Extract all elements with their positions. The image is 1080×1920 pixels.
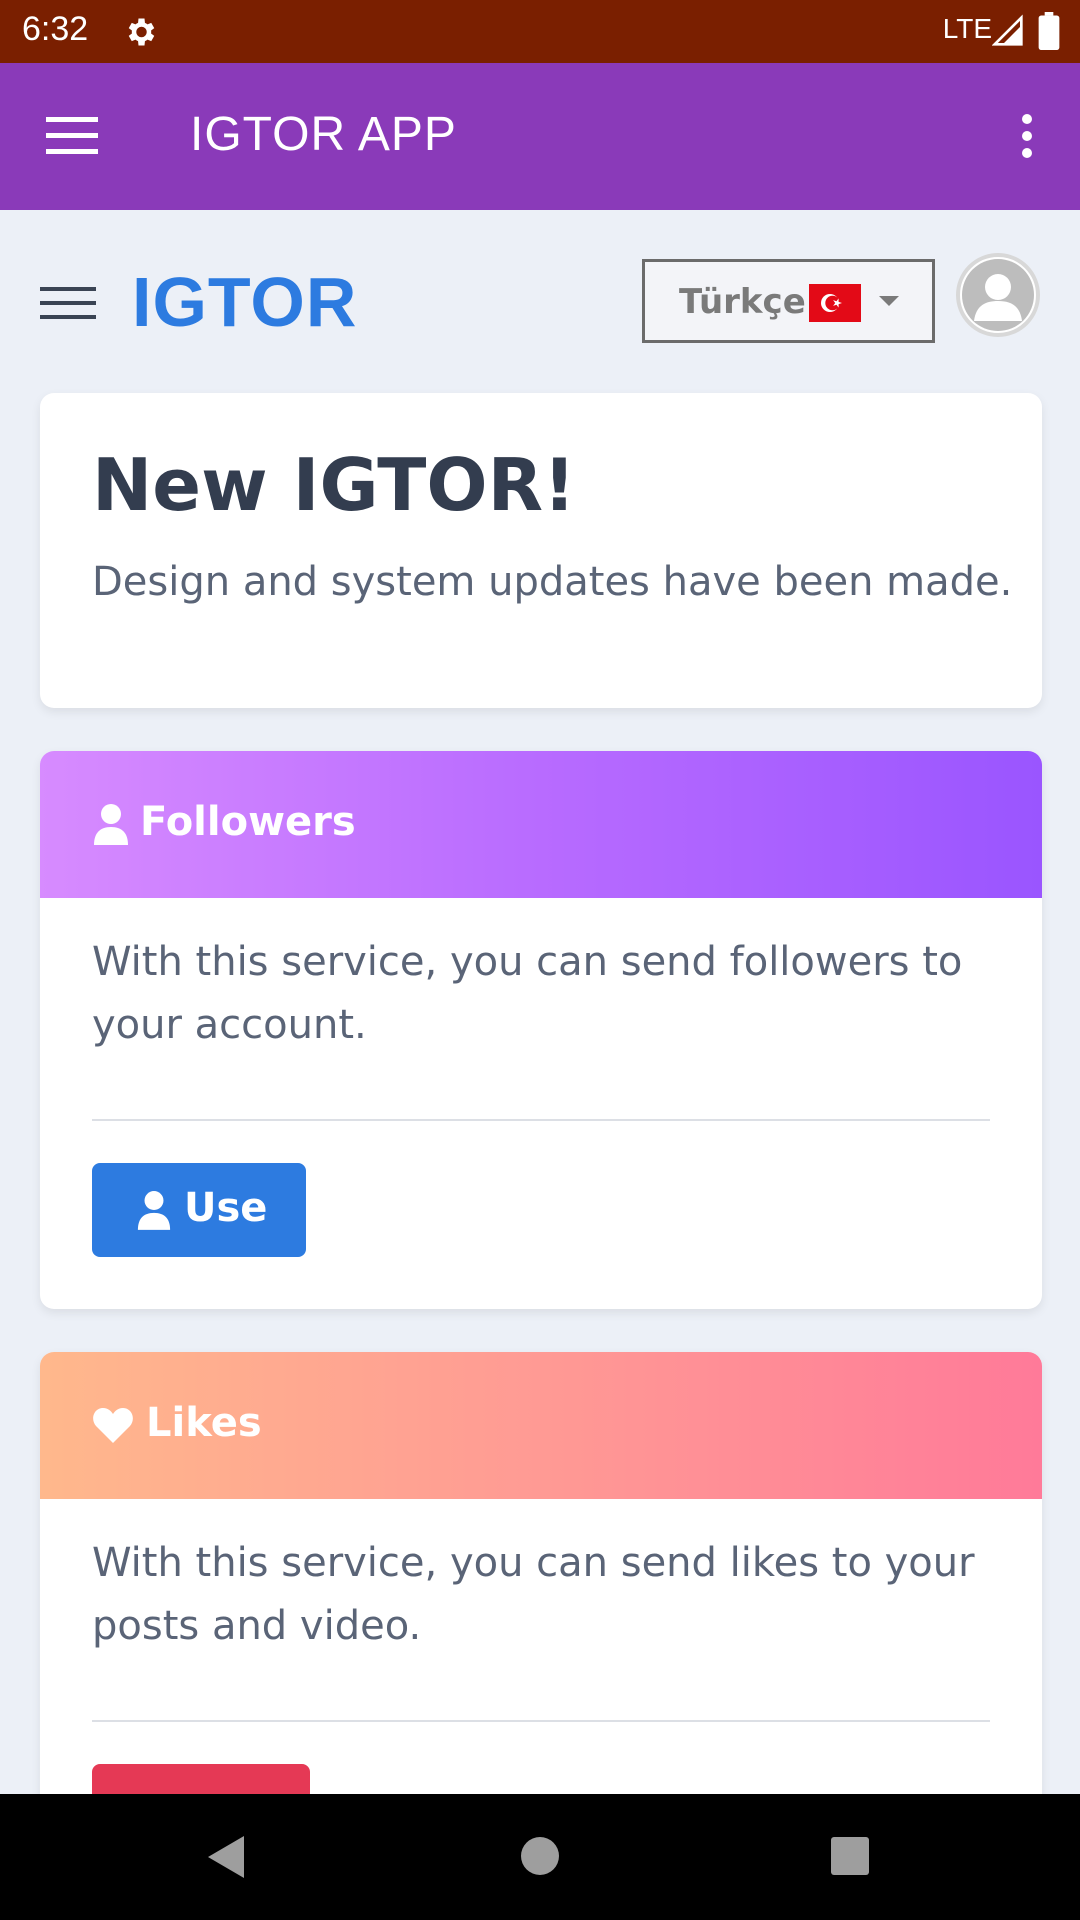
- likes-card-description: With this service, you can send likes to…: [92, 1540, 975, 1649]
- divider: [92, 1720, 990, 1722]
- intro-title: New IGTOR!: [92, 443, 576, 527]
- followers-card-header: Followers: [40, 751, 1042, 898]
- app-bar: IGTOR APP: [0, 63, 1080, 210]
- intro-card: New IGTOR! Design and system updates hav…: [40, 393, 1042, 708]
- home-icon[interactable]: [520, 1836, 560, 1876]
- likes-card-header: Likes: [40, 1352, 1042, 1499]
- battery-icon: [1038, 12, 1060, 50]
- intro-subtitle: Design and system updates have been made…: [92, 559, 1013, 605]
- followers-use-button[interactable]: Use: [92, 1163, 306, 1257]
- recents-icon[interactable]: [830, 1836, 870, 1876]
- network-label: LTE: [942, 13, 992, 44]
- turkey-flag-icon: [809, 284, 861, 322]
- user-icon: [94, 804, 128, 845]
- menu-icon[interactable]: [46, 115, 98, 155]
- use-button-label: Use: [184, 1185, 268, 1231]
- signal-icon: [992, 14, 1023, 46]
- avatar-icon[interactable]: [956, 253, 1040, 337]
- heart-icon: [93, 1408, 133, 1443]
- language-label: Türkçe: [679, 282, 806, 322]
- site-logo[interactable]: IGTOR: [132, 262, 357, 342]
- user-icon: [137, 1191, 171, 1230]
- caret-down-icon: [879, 296, 899, 306]
- hamburger-icon[interactable]: [40, 285, 96, 321]
- followers-card-description: With this service, you can send follower…: [92, 939, 963, 1048]
- status-time: 6:32: [22, 10, 89, 48]
- gear-icon: [128, 18, 155, 46]
- system-nav-bar: [0, 1794, 1080, 1920]
- likes-card-title: Likes: [146, 1400, 262, 1446]
- divider: [92, 1119, 990, 1121]
- back-icon[interactable]: [206, 1834, 246, 1880]
- language-selector[interactable]: Türkçe: [642, 259, 935, 343]
- followers-card-title: Followers: [140, 799, 356, 845]
- status-bar: 6:32 LTE: [0, 0, 1080, 63]
- user-silhouette-icon: [962, 259, 1034, 331]
- app-title: IGTOR APP: [190, 108, 457, 161]
- overflow-menu-icon[interactable]: [1020, 113, 1034, 159]
- followers-card: Followers With this service, you can sen…: [40, 751, 1042, 1309]
